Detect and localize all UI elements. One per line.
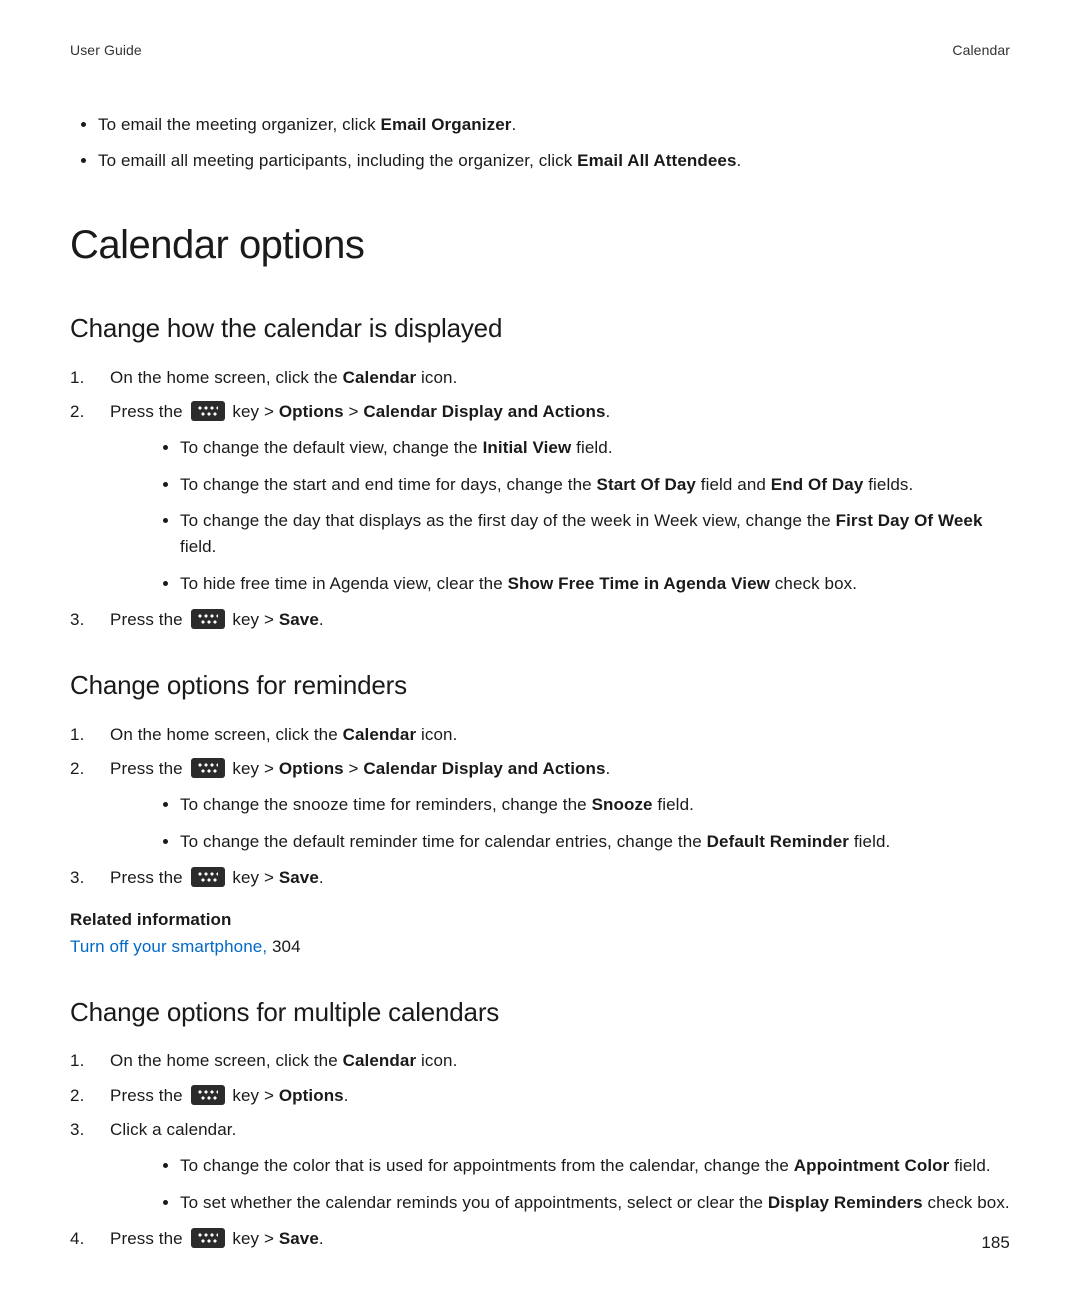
list-item: To change the day that displays as the f… <box>180 508 1010 561</box>
step: On the home screen, click the Calendar i… <box>70 365 1010 391</box>
menu-key-icon <box>191 401 225 421</box>
step: Press the key > Options > Calendar Displ… <box>70 399 1010 597</box>
step: On the home screen, click the Calendar i… <box>70 1048 1010 1074</box>
step: Click a calendar. To change the color th… <box>70 1117 1010 1216</box>
sub-bullet-list: To change the color that is used for app… <box>110 1153 1010 1216</box>
list-item: To change the default view, change the I… <box>180 435 1010 461</box>
ordered-steps: On the home screen, click the Calendar i… <box>70 1048 1010 1252</box>
related-link[interactable]: Turn off your smartphone, <box>70 937 267 956</box>
header-right: Calendar <box>952 40 1010 62</box>
step: On the home screen, click the Calendar i… <box>70 722 1010 748</box>
menu-key-icon <box>191 609 225 629</box>
list-item: To change the start and end time for day… <box>180 472 1010 498</box>
list-item: To change the color that is used for app… <box>180 1153 1010 1179</box>
section-heading: Change how the calendar is displayed <box>70 308 1010 348</box>
sub-bullet-list: To change the default view, change the I… <box>110 435 1010 597</box>
related-info-heading: Related information <box>70 907 1010 933</box>
page-header: User Guide Calendar <box>70 40 1010 62</box>
ordered-steps: On the home screen, click the Calendar i… <box>70 722 1010 892</box>
page-title: Calendar options <box>70 214 1010 276</box>
step: Press the key > Options. <box>70 1083 1010 1109</box>
menu-key-icon <box>191 1228 225 1248</box>
step: Press the key > Save. <box>70 865 1010 891</box>
section-heading: Change options for reminders <box>70 665 1010 705</box>
section-heading: Change options for multiple calendars <box>70 992 1010 1032</box>
header-left: User Guide <box>70 40 142 62</box>
page-number: 185 <box>981 1230 1010 1256</box>
list-item: To change the snooze time for reminders,… <box>180 792 1010 818</box>
intro-bullet-list: To email the meeting organizer, click Em… <box>70 112 1010 175</box>
menu-key-icon <box>191 867 225 887</box>
menu-key-icon <box>191 1085 225 1105</box>
list-item: To set whether the calendar reminds you … <box>180 1190 1010 1216</box>
list-item: To hide free time in Agenda view, clear … <box>180 571 1010 597</box>
step: Press the key > Save. <box>70 607 1010 633</box>
sub-bullet-list: To change the snooze time for reminders,… <box>110 792 1010 855</box>
step: Press the key > Save. <box>70 1226 1010 1252</box>
ordered-steps: On the home screen, click the Calendar i… <box>70 365 1010 634</box>
menu-key-icon <box>191 758 225 778</box>
step: Press the key > Options > Calendar Displ… <box>70 756 1010 855</box>
related-info-line: Turn off your smartphone, 304 <box>70 934 1010 960</box>
list-item: To change the default reminder time for … <box>180 829 1010 855</box>
list-item: To email the meeting organizer, click Em… <box>98 112 1010 138</box>
list-item: To emaill all meeting participants, incl… <box>98 148 1010 174</box>
